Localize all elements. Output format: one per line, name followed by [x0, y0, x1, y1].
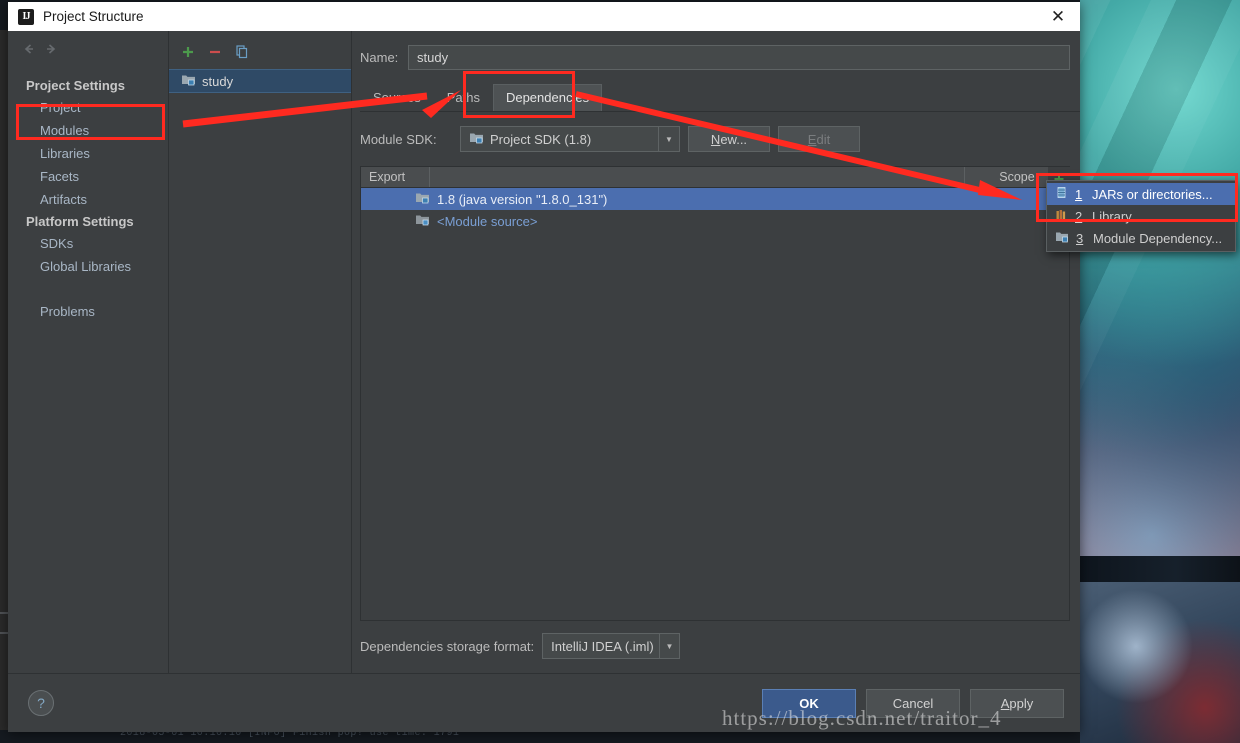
copy-module-button[interactable]	[234, 44, 250, 60]
table-row[interactable]: 1.8 (java version "1.8.0_131")	[361, 188, 1069, 210]
module-name-label: Name:	[360, 49, 399, 65]
dialog-title: Project Structure	[43, 9, 144, 24]
help-button[interactable]: ?	[28, 690, 54, 716]
menu-item-module-dependency[interactable]: 3 Module Dependency...	[1047, 227, 1235, 249]
edit-sdk-rest: dit	[816, 131, 831, 147]
module-name-row: Name: study	[360, 44, 1070, 70]
edit-sdk-mnemonic: E	[807, 131, 817, 147]
apply-rest: pply	[1009, 695, 1034, 711]
sidebar-list: Project Settings Project Modules Librari…	[8, 63, 168, 323]
remove-module-button[interactable]	[207, 44, 223, 60]
intellij-idea-icon: IJ	[18, 8, 34, 25]
dialog-titlebar: IJ Project Structure ✕	[8, 2, 1080, 31]
add-dependency-menu: 1 JARs or directories... 2 Library... 3 …	[1046, 180, 1236, 252]
module-name-input[interactable]: study	[408, 44, 1070, 70]
dependencies-table: Export Scope 1.8 (java version "1.8.0_13…	[360, 166, 1070, 621]
tab-paths[interactable]: Paths	[434, 84, 493, 111]
wallpaper-lower-image	[1080, 582, 1240, 743]
library-icon	[1055, 208, 1068, 224]
menu-item-label: JARs or directories...	[1092, 186, 1213, 202]
sidebar-item-libraries[interactable]: Libraries	[8, 142, 168, 165]
dependencies-storage-label: Dependencies storage format:	[360, 638, 535, 654]
sdk-folder-icon	[415, 191, 430, 207]
column-header-export[interactable]: Export	[361, 167, 430, 187]
menu-item-number: 2	[1075, 208, 1083, 224]
module-dependency-icon	[1055, 230, 1069, 246]
module-list-item-study[interactable]: study	[169, 69, 351, 93]
module-folder-icon	[181, 73, 196, 89]
tab-dependencies[interactable]: Dependencies	[492, 84, 603, 111]
apply-mnemonic: A	[1000, 695, 1010, 711]
back-arrow-icon[interactable]	[22, 42, 36, 59]
sidebar-item-modules[interactable]: Modules	[8, 119, 168, 142]
dependencies-table-header: Export Scope	[361, 167, 1069, 188]
project-structure-dialog: IJ Project Structure ✕ Project Settings …	[8, 2, 1080, 732]
sidebar-group-project-settings: Project Settings	[26, 78, 125, 93]
dependencies-tab-content: Module SDK: Project SDK (1.8) ▼ N ew... …	[360, 112, 1070, 673]
module-source-icon	[415, 213, 430, 229]
chevron-down-icon[interactable]: ▼	[658, 634, 679, 658]
menu-item-label: Library...	[1092, 208, 1142, 224]
sdk-folder-icon	[469, 131, 484, 147]
new-sdk-rest: ew...	[720, 131, 748, 147]
sidebar-item-problems[interactable]: Problems	[8, 300, 168, 323]
dependency-name: 1.8 (java version "1.8.0_131")	[437, 191, 608, 207]
menu-item-jars-or-directories[interactable]: 1 JARs or directories...	[1047, 183, 1235, 205]
dependencies-storage-row: Dependencies storage format: IntelliJ ID…	[360, 633, 1070, 659]
sidebar-item-sdks[interactable]: SDKs	[8, 232, 168, 255]
menu-item-label: Module Dependency...	[1093, 230, 1223, 246]
module-sdk-row: Module SDK: Project SDK (1.8) ▼ N ew... …	[360, 126, 1070, 152]
jar-icon	[1055, 186, 1068, 202]
edit-sdk-button[interactable]: Edit	[778, 126, 860, 152]
tab-sources[interactable]: Sources	[360, 84, 434, 111]
module-sdk-value: Project SDK (1.8)	[490, 131, 592, 147]
menu-item-number: 3	[1076, 230, 1084, 246]
dependency-name: <Module source>	[437, 213, 538, 229]
dependencies-storage-value: IntelliJ IDEA (.iml)	[551, 638, 654, 654]
wallpaper-band	[1080, 556, 1240, 582]
forward-arrow-icon[interactable]	[44, 42, 58, 59]
chevron-down-icon[interactable]: ▼	[658, 127, 679, 151]
sidebar-item-artifacts[interactable]: Artifacts	[8, 188, 168, 211]
sidebar-group-platform-settings: Platform Settings	[26, 214, 134, 229]
new-sdk-mnemonic: N	[710, 131, 721, 147]
module-sdk-combobox[interactable]: Project SDK (1.8) ▼	[460, 126, 680, 152]
sidebar-item-global-libraries[interactable]: Global Libraries	[8, 255, 168, 278]
module-editor-tabs: Sources Paths Dependencies	[360, 83, 1080, 112]
module-sdk-value-wrap: Project SDK (1.8)	[461, 131, 599, 147]
modules-toolbar	[169, 31, 351, 65]
module-name-label: study	[202, 73, 234, 89]
dependencies-table-body: 1.8 (java version "1.8.0_131") <Module s…	[361, 188, 1069, 620]
sidebar-item-facets[interactable]: Facets	[8, 165, 168, 188]
menu-item-number: 1	[1075, 186, 1083, 202]
modules-panel: study	[169, 31, 352, 673]
table-row[interactable]: <Module source>	[361, 210, 1069, 232]
close-icon[interactable]: ✕	[1036, 2, 1080, 31]
sidebar-item-project[interactable]: Project	[8, 96, 168, 119]
menu-item-library[interactable]: 2 Library...	[1047, 205, 1235, 227]
watermark-text: https://blog.csdn.net/traitor_4	[722, 706, 1002, 730]
sidebar-navigation	[8, 31, 168, 63]
new-sdk-button[interactable]: New...	[688, 126, 770, 152]
module-editor-panel: Name: study Sources Paths Dependencies M…	[352, 31, 1080, 673]
column-header-name[interactable]	[430, 167, 965, 187]
add-module-button[interactable]	[180, 44, 196, 60]
dialog-body: Project Settings Project Modules Librari…	[8, 31, 1080, 673]
settings-sidebar: Project Settings Project Modules Librari…	[8, 31, 169, 673]
dependencies-storage-combobox[interactable]: IntelliJ IDEA (.iml) ▼	[542, 633, 681, 659]
module-sdk-label: Module SDK:	[360, 131, 437, 147]
